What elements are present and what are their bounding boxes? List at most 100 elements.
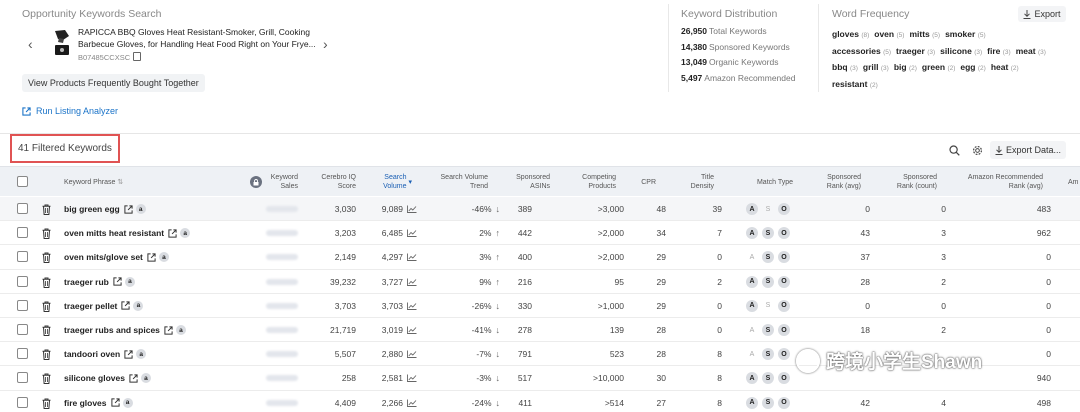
trash-icon[interactable] [42,301,51,312]
table-row[interactable]: big green egg a 3,030 9,089 -46% ↓ 389 >3,000 48… [0,197,1080,222]
word-frequency-item[interactable]: traeger (3) [896,44,935,61]
trash-icon[interactable] [42,252,51,264]
search-button[interactable] [949,143,960,157]
match-type-a[interactable]: A [746,227,758,240]
keyword-phrase[interactable]: oven mitts heat resistant [64,228,164,238]
keyword-phrase[interactable]: big green egg [64,204,120,214]
header-sponsored-asins[interactable]: Sponsored ASINs [508,167,550,197]
trend-chart-icon[interactable] [407,326,417,334]
match-type-a[interactable]: A [746,251,758,263]
header-title-density[interactable]: Title Density [684,167,714,197]
trend-chart-icon[interactable] [407,350,417,359]
match-type-s[interactable]: S [762,324,774,336]
match-type-s[interactable]: S [762,275,774,288]
match-type-s[interactable]: S [762,203,774,215]
amazon-icon[interactable]: a [124,276,135,287]
word-frequency-item[interactable]: grill (3) [863,60,889,77]
amazon-icon[interactable]: a [136,349,147,360]
amazon-icon[interactable]: a [158,252,169,263]
header-amazon-recommended-rank[interactable]: Amazon Recommended Rank (avg) [955,167,1043,197]
trend-chart-icon[interactable] [407,399,417,407]
next-product-chevron-icon[interactable]: › [323,36,328,52]
header-cpr[interactable]: CPR [636,167,656,197]
table-row[interactable]: oven mitts heat resistant a 3,203 6,485 2% ↑ 4… [0,221,1080,246]
match-type-o[interactable]: O [778,227,790,240]
keyword-phrase[interactable]: tandoori oven [64,349,120,359]
external-link-icon[interactable] [164,325,173,335]
header-sponsored-rank-avg[interactable]: Sponsored Rank (avg) [815,167,861,197]
export-data-button[interactable]: Export Data... [990,141,1066,159]
word-frequency-item[interactable]: silicone (3) [940,44,982,61]
trend-chart-icon[interactable] [407,205,417,213]
match-type-s[interactable]: S [762,396,774,409]
word-frequency-item[interactable]: mitts (5) [909,27,940,44]
row-checkbox[interactable] [17,299,28,311]
row-checkbox[interactable] [17,275,28,287]
external-link-icon[interactable] [113,277,122,286]
word-frequency-export-button[interactable]: Export [1018,6,1066,22]
match-type-a[interactable]: A [746,203,758,215]
table-row[interactable]: traeger rub a 39,232 3,727 9% ↑ 216 95 29 2 A S O 28 2… [0,270,1080,294]
keyword-phrase[interactable]: traeger rub [64,277,109,287]
word-frequency-item[interactable]: smoker (5) [945,27,986,44]
row-checkbox[interactable] [17,251,28,263]
word-frequency-item[interactable]: heat (2) [991,60,1019,77]
keyword-phrase[interactable]: oven mits/glove set [64,252,143,262]
row-checkbox[interactable] [17,396,28,408]
row-checkbox[interactable] [17,348,28,360]
keyword-phrase[interactable]: fire gloves [64,398,107,408]
trash-icon[interactable] [42,325,51,336]
select-all-checkbox[interactable] [17,176,28,187]
trend-chart-icon[interactable] [407,229,417,238]
trash-icon[interactable] [42,277,51,288]
prev-product-chevron-icon[interactable]: ‹ [28,36,33,52]
copy-icon[interactable] [133,52,142,61]
external-link-icon[interactable] [110,398,120,407]
match-type-o[interactable]: O [778,275,790,288]
match-type-a[interactable]: A [746,348,758,360]
word-frequency-item[interactable]: resistant (2) [832,77,878,94]
match-type-o[interactable]: O [778,396,790,409]
header-sponsored-rank-count[interactable]: Sponsored Rank (count) [885,167,937,197]
word-frequency-item[interactable]: accessories (5) [832,44,891,61]
trash-icon[interactable] [42,349,51,361]
trash-icon[interactable] [42,204,51,215]
amazon-icon[interactable]: a [122,397,133,408]
settings-button[interactable] [972,143,983,157]
amazon-icon[interactable]: a [140,373,151,384]
word-frequency-item[interactable]: fire (3) [987,44,1011,61]
match-type-o[interactable]: O [778,299,790,312]
keyword-phrase[interactable]: silicone gloves [64,373,125,383]
trash-icon[interactable] [42,373,51,385]
match-type-o[interactable]: O [778,348,790,361]
amazon-icon[interactable]: a [175,325,186,335]
match-type-a[interactable]: A [746,372,758,385]
match-type-s[interactable]: S [762,300,774,312]
match-type-s[interactable]: S [762,372,774,385]
word-frequency-item[interactable]: egg (2) [960,60,985,77]
match-type-o[interactable]: O [778,203,790,215]
header-search-volume[interactable]: Search Volume ▾ [372,167,412,197]
match-type-a[interactable]: A [746,396,758,409]
match-type-a[interactable]: A [746,324,758,336]
header-keyword-sales[interactable]: Keyword Sales [262,167,298,197]
word-frequency-item[interactable]: green (2) [922,60,955,77]
header-cut-off[interactable]: Am [1068,167,1080,197]
match-type-s[interactable]: S [762,227,774,240]
external-link-icon[interactable] [121,301,130,310]
table-row[interactable]: fire gloves a 4,409 2,266 -24% ↓ 411 >514 27 8 A S O… [0,391,1080,412]
trend-chart-icon[interactable] [407,253,417,262]
trend-chart-icon[interactable] [407,374,417,383]
word-frequency-item[interactable]: meat (3) [1016,44,1046,61]
word-frequency-item[interactable]: gloves (8) [832,27,869,44]
amazon-icon[interactable]: a [133,300,144,311]
header-match-type[interactable]: Match Type [750,167,800,197]
external-link-icon[interactable] [129,374,138,383]
header-search-volume-trend[interactable]: Search Volume Trend [438,167,488,197]
amazon-icon[interactable]: a [180,228,191,239]
row-checkbox[interactable] [17,203,28,214]
run-listing-analyzer-link[interactable]: Run Listing Analyzer [22,106,118,116]
keyword-phrase[interactable]: traeger rubs and spices [64,325,160,335]
trash-icon[interactable] [42,228,51,240]
row-checkbox[interactable] [17,324,28,335]
